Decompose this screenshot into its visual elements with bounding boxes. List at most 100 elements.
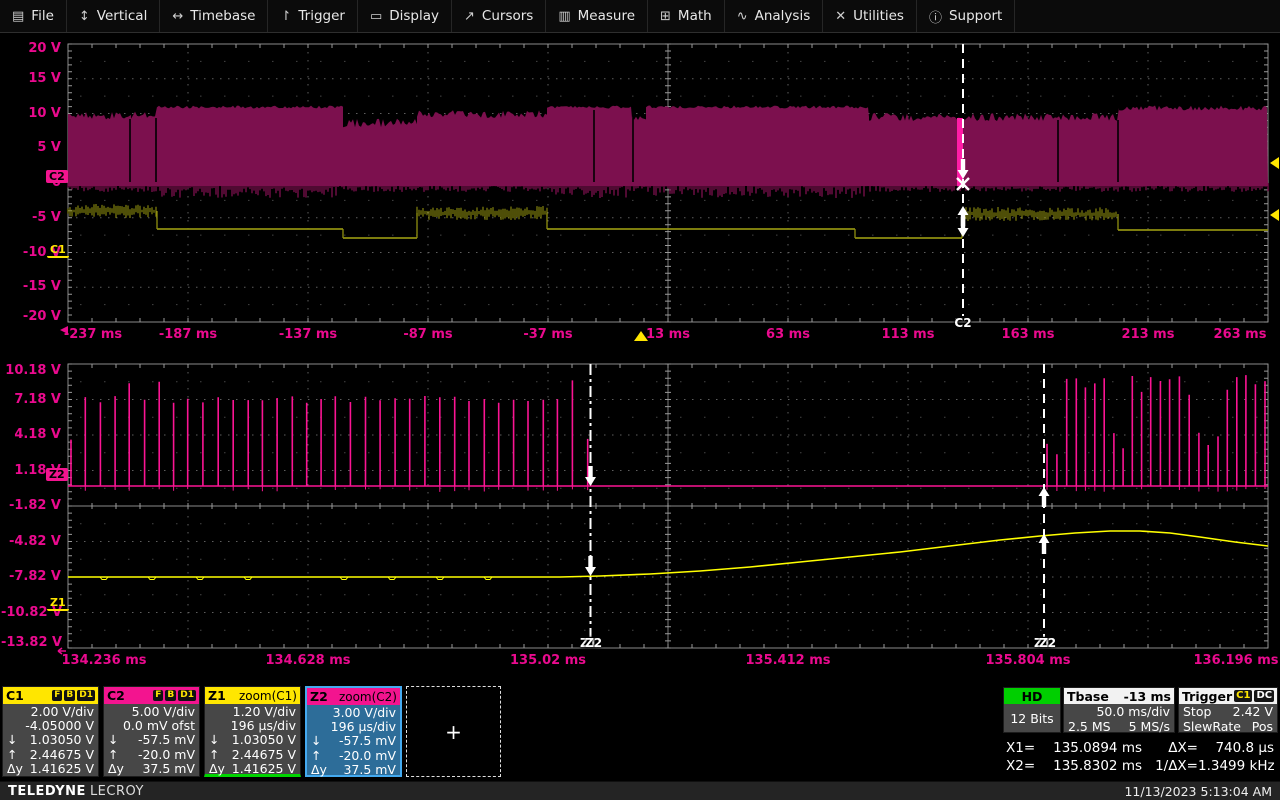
measure-icon: ▥ (558, 9, 570, 24)
top-plot-y-label: 20 V (1, 41, 61, 56)
top-plot-y-label: -20 V (1, 309, 61, 324)
menu-item-label: Utilities (853, 8, 904, 24)
c2-zero-tag[interactable]: C2 (46, 170, 68, 183)
top-plot-x-label: -87 ms (403, 327, 452, 342)
dx-label: ΔX= (1142, 740, 1198, 756)
descriptor-line: 196 µs/div (307, 719, 400, 733)
menu-item-timebase[interactable]: ↔Timebase (160, 0, 268, 32)
descriptor-line-value: 196 µs/div (330, 719, 396, 734)
bottom-cursor1-label-z2[interactable]: Z2 (585, 636, 602, 650)
descriptor-line-value: -20.0 mV (127, 747, 195, 762)
menu-item-math[interactable]: ⊞Math (648, 0, 725, 32)
descriptor-line-value: -57.5 mV (330, 733, 396, 748)
bottom-plot-cursor-2[interactable] (1039, 364, 1050, 637)
trigger-type: SlewRate (1183, 719, 1241, 734)
add-trace-button[interactable]: + (406, 686, 501, 777)
descriptor-line: ↓-57.5 mV (307, 734, 400, 748)
menu-item-display[interactable]: ▭ Display (358, 0, 452, 32)
math-icon: ⊞ (660, 9, 671, 24)
menu-item-analysis[interactable]: ∿Analysis (725, 0, 824, 32)
descriptor-line-prefix: Δy (311, 762, 330, 777)
x1-value: 135.0894 ms (1040, 740, 1142, 756)
descriptor-line: 3.00 V/div (307, 705, 400, 719)
descriptor-line-value: 1.03050 V (228, 732, 296, 747)
timebase-offset: -13 ms (1124, 689, 1171, 704)
descriptor-line-prefix: Δy (209, 761, 228, 776)
trigger-coupling-badge: DC (1254, 690, 1274, 702)
descriptor-c2[interactable]: C2FBD15.00 V/div0.0 mV ofst↓-57.5 mV↑-20… (103, 686, 200, 777)
oscilloscope-app: ▤File↕Vertical↔Timebase↾Trigger ▭ Display ↗… (0, 0, 1280, 800)
menu-item-label: Timebase (190, 8, 255, 24)
top-cursor-label[interactable]: C2 (950, 316, 976, 330)
menu-item-cursors[interactable]: ↗ Cursors (452, 0, 546, 32)
menu-item-label: Support (949, 8, 1002, 24)
descriptor-z1[interactable]: Z1zoom(C1)1.20 V/div196 µs/div↓1.03050 V… (204, 686, 301, 777)
descriptor-line: 1.20 V/div (205, 704, 300, 718)
menu-item-label: Display (389, 8, 439, 24)
top-plot-y-label: -5 V (1, 210, 61, 225)
menu-item-utilities[interactable]: ✕Utilities (823, 0, 917, 32)
descriptor-line: ↓-57.5 mV (104, 733, 199, 747)
display-icon: ▭ (370, 9, 382, 24)
top-plot-x-label: -187 ms (159, 327, 217, 342)
menu-item-trigger[interactable]: ↾Trigger (268, 0, 357, 32)
menu-bar: ▤File↕Vertical↔Timebase↾Trigger ▭ Display ↗… (0, 0, 1280, 33)
timebase-rate: 5 MS/s (1129, 719, 1170, 734)
analysis-icon: ∿ (737, 9, 748, 24)
top-plot-x-label: 63 ms (766, 327, 810, 342)
menu-item-vertical[interactable]: ↕Vertical (67, 0, 160, 32)
top-plot-y-label: 10 V (1, 106, 61, 121)
top-plot-x-label: -237 ms (64, 327, 122, 342)
descriptor-line-value: 1.41625 V (228, 761, 296, 776)
bottom-cursor2-label-z2[interactable]: Z2 (1039, 636, 1056, 650)
descriptor-line: ↓1.03050 V (3, 733, 98, 747)
c1-zero-tag[interactable]: C1 (47, 243, 69, 258)
hd-mode-box[interactable]: HD 12 Bits (1003, 687, 1061, 733)
hd-bits: 12 Bits (1004, 704, 1060, 732)
x2-value: 135.8302 ms (1040, 758, 1142, 774)
descriptor-line-prefix: Δy (7, 761, 26, 776)
trace-badge-d1: D1 (77, 690, 95, 701)
bottom-plot-x-label: 135.02 ms (510, 653, 586, 668)
bottom-plot-y-label: 10.18 V (1, 363, 61, 378)
menu-item-file[interactable]: ▤File (0, 0, 67, 32)
trace-badge-d1: D1 (178, 690, 196, 701)
descriptor-line-value: 1.20 V/div (228, 704, 296, 719)
top-plot-grid (68, 44, 1268, 322)
top-plot-cursor[interactable] (957, 44, 969, 316)
top-plot-y-label: -15 V (1, 279, 61, 294)
top-plot-x-label: 13 ms (646, 327, 690, 342)
brand-lecroy: LECROY (90, 784, 144, 799)
timebase-box[interactable]: Tbase -13 ms 50.0 ms/div 2.5 MS 5 MS/s (1063, 687, 1175, 733)
brand-teledyne: TELEDYNE (8, 784, 86, 799)
top-plot-x-label: -37 ms (523, 327, 572, 342)
cursors-icon: ↗ (464, 9, 475, 24)
top-plot-x-label: 163 ms (1002, 327, 1055, 342)
descriptor-line-value: 1.41625 V (26, 761, 94, 776)
menu-item-measure[interactable]: ▥Measure (546, 0, 648, 32)
trigger-slope: Pos (1252, 719, 1273, 734)
menu-item-support[interactable]: ⓘSupport (917, 0, 1015, 32)
descriptor-line-prefix: ↓ (7, 732, 26, 747)
menu-item-label: File (31, 8, 54, 24)
descriptor-line-value: -4.05000 V (25, 718, 94, 733)
z1-zero-tag[interactable]: Z1 (47, 596, 69, 611)
descriptor-line-prefix: ↓ (311, 733, 330, 748)
menu-item-label: Cursors (482, 8, 533, 24)
bottom-plot-cursor-1[interactable] (585, 364, 596, 637)
descriptor-line: 5.00 V/div (104, 704, 199, 718)
bottom-plot-y-label: -4.82 V (1, 534, 61, 549)
trigger-mode: Stop (1183, 704, 1211, 719)
descriptor-line-prefix: ↓ (209, 732, 228, 747)
trace-badge-b: B (64, 690, 75, 701)
trace-id: C2 (107, 688, 125, 703)
trace-badge-b: B (165, 690, 176, 701)
descriptor-z2[interactable]: Z2zoom(C2)3.00 V/div196 µs/div↓-57.5 mV↑… (305, 686, 402, 777)
inv-dx-value: 1.3499 kHz (1198, 758, 1274, 774)
trigger-box[interactable]: Trigger C1 DC Stop 2.42 V SlewRate Pos (1178, 687, 1278, 733)
trigger-label: Trigger (1182, 689, 1232, 704)
trigger-level-marker (1270, 209, 1279, 221)
descriptor-line-value: 5.00 V/div (127, 704, 195, 719)
z2-zero-tag[interactable]: Z2 (46, 468, 68, 481)
descriptor-c1[interactable]: C1FBD12.00 V/div-4.05000 V↓1.03050 V↑2.4… (2, 686, 99, 777)
